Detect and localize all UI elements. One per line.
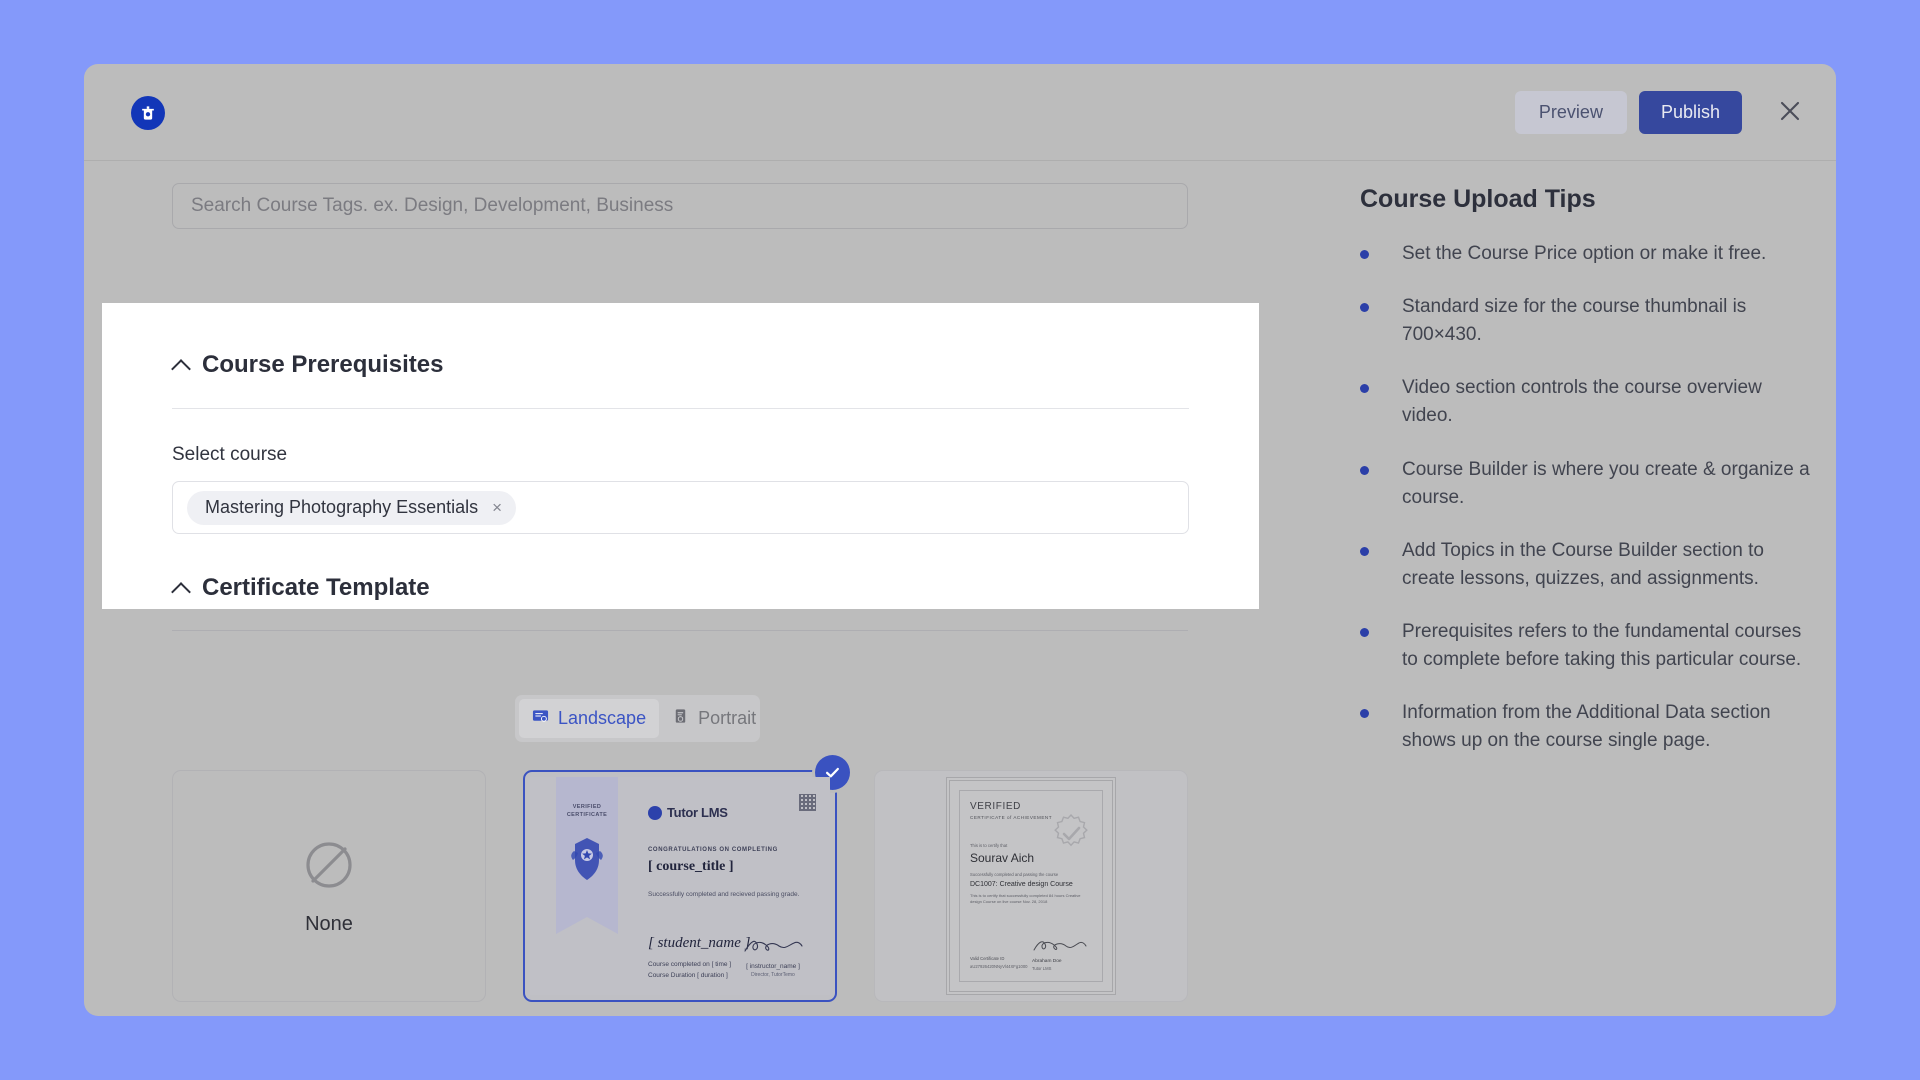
tab-portrait[interactable]: Portrait [659, 699, 769, 738]
tip-text: Prerequisites refers to the fundamental … [1402, 620, 1802, 671]
signature-icon [1032, 941, 1087, 958]
select-course-label: Select course [172, 444, 288, 465]
preview-button[interactable]: Preview [1514, 91, 1627, 134]
certificate-card-portrait[interactable]: VERIFIED CERTIFICATE of ACHIEVEMENT This… [874, 770, 1188, 1002]
portrait-course-name: DC1007: Creative design Course [970, 881, 1073, 888]
certificate-instructor-name: [ instructor_name ] [746, 963, 800, 970]
portrait-valid-id: aU27926420NNyVl44XFg1000 [970, 964, 1028, 969]
portrait-verified-text: VERIFIED [970, 801, 1021, 812]
certificate-card-none[interactable]: None [172, 770, 486, 1002]
certificate-course-title: [ course_title ] [648, 859, 734, 874]
portrait-certificate-preview: VERIFIED CERTIFICATE of ACHIEVEMENT This… [946, 777, 1116, 995]
bullet-icon [1360, 250, 1369, 259]
certificate-crest-icon [568, 835, 606, 883]
close-small-icon[interactable]: × [492, 498, 502, 518]
certificate-template-list: None VERIFIED CERTIFICATE Tutor LMS CONG… [172, 755, 1188, 1002]
list-item: Standard size for the course thumbnail i… [1360, 293, 1810, 349]
bullet-icon [1360, 709, 1369, 719]
portrait-certificate-inner-frame: VERIFIED CERTIFICATE of ACHIEVEMENT This… [959, 790, 1103, 982]
certificate-signature-block: [ instructor_name ] Director, TutorTemo [738, 937, 808, 978]
chevron-up-icon[interactable] [172, 355, 192, 375]
tip-text: Information from the Additional Data sec… [1402, 702, 1771, 752]
landscape-certificate-preview: VERIFIED CERTIFICATE Tutor LMS CONGRATUL… [530, 777, 830, 995]
certificate-brand: Tutor LMS [648, 805, 728, 820]
course-upload-tips-sidebar: Course Upload Tips Set the Course Price … [1188, 162, 1836, 1016]
list-item: Prerequisites refers to the fundamental … [1360, 618, 1810, 674]
tab-landscape[interactable]: Landscape [519, 699, 660, 738]
selected-course-chip[interactable]: Mastering Photography Essentials × [187, 490, 517, 525]
certificate-qr-code [799, 794, 816, 811]
bullet-icon [1360, 465, 1369, 475]
bullet-icon [1360, 303, 1369, 313]
list-item: Set the Course Price option or make it f… [1360, 240, 1810, 268]
modal-body: Course Prerequisites Select course Maste… [84, 162, 1836, 1016]
tutor-lms-logo-icon [131, 96, 165, 130]
signature-icon [742, 940, 804, 959]
tab-landscape-label: Landscape [558, 708, 647, 728]
modal-header: Preview Publish [84, 64, 1836, 161]
course-tags-search-input[interactable] [172, 183, 1188, 229]
prerequisites-divider [172, 408, 1189, 409]
list-item: Add Topics in the Course Builder section… [1360, 537, 1810, 593]
header-actions: Preview Publish [1514, 64, 1814, 161]
portrait-success-line: Successfully completed and passing the c… [970, 872, 1059, 877]
list-item: Video section controls the course overvi… [1360, 374, 1810, 430]
course-prerequisites-panel: Course Prerequisites Select course Maste… [102, 303, 1259, 609]
no-certificate-icon [300, 836, 358, 899]
certificate-completed-on: Course completed on [ time ] [648, 961, 732, 968]
bullet-icon [1360, 384, 1369, 394]
certificate-brand-label: Tutor LMS [667, 805, 728, 820]
certificate-template-title: Certificate Template [202, 574, 430, 601]
portrait-signature-block: Abraham Doe Tutor LMS [1032, 938, 1092, 971]
tip-text: Add Topics in the Course Builder section… [1402, 539, 1764, 589]
certificate-card-landscape[interactable]: VERIFIED CERTIFICATE Tutor LMS CONGRATUL… [523, 755, 850, 1002]
verified-seal-icon [1050, 813, 1092, 855]
certificate-landscape-icon [532, 708, 549, 730]
close-button[interactable] [1766, 89, 1814, 137]
publish-button[interactable]: Publish [1638, 91, 1742, 134]
certificate-divider [172, 630, 1188, 631]
close-icon [1777, 98, 1803, 127]
certificate-verified-text: VERIFIED CERTIFICATE [566, 804, 608, 819]
list-item: Information from the Additional Data sec… [1360, 699, 1810, 755]
course-form-column: Course Prerequisites Select course Maste… [84, 162, 1259, 1016]
course-prerequisites-header[interactable]: Course Prerequisites [172, 351, 443, 379]
list-item: Course Builder is where you create & org… [1360, 456, 1810, 512]
course-builder-modal: Preview Publish Course Prerequisites [84, 64, 1836, 1016]
certificate-student-name: [ student_name ] [648, 935, 751, 951]
certificate-instructor-role: Director, TutorTemo [751, 972, 795, 978]
select-course-input[interactable]: Mastering Photography Essentials × [172, 481, 1189, 534]
certificate-card-none-label: None [305, 913, 353, 935]
tip-text: Course Builder is where you create & org… [1402, 458, 1810, 508]
orientation-toggle-group: Landscape Portrait [515, 695, 760, 742]
bullet-icon [1360, 546, 1369, 556]
bullet-icon [1360, 627, 1369, 637]
portrait-signer-org: Tutor LMS [1032, 966, 1052, 971]
tip-text: Set the Course Price option or make it f… [1402, 243, 1767, 264]
certificate-portrait-icon [672, 708, 689, 730]
tips-title: Course Upload Tips [1360, 185, 1596, 213]
tip-text: Video section controls the course overvi… [1402, 377, 1762, 427]
certificate-subtext: Successfully completed and recieved pass… [648, 891, 800, 898]
tutor-lms-mark-icon [648, 805, 662, 820]
course-prerequisites-title: Course Prerequisites [202, 351, 444, 378]
certificate-template-header[interactable]: Certificate Template [172, 574, 430, 602]
tip-text: Standard size for the course thumbnail i… [1402, 296, 1747, 346]
tab-portrait-label: Portrait [698, 708, 757, 728]
portrait-valid-label: Valid Certificate ID [970, 956, 1005, 961]
portrait-signer-name: Abraham Doe [1032, 959, 1062, 964]
selected-course-label: Mastering Photography Essentials [205, 497, 479, 517]
certificate-congrats-text: CONGRATULATIONS ON COMPLETING [648, 847, 778, 853]
chevron-up-icon[interactable] [172, 578, 192, 598]
certificate-duration: Course Duration [ duration ] [648, 972, 728, 979]
portrait-body-text: This is to certify that successfully com… [970, 893, 1081, 905]
tips-list: Set the Course Price option or make it f… [1360, 240, 1810, 780]
